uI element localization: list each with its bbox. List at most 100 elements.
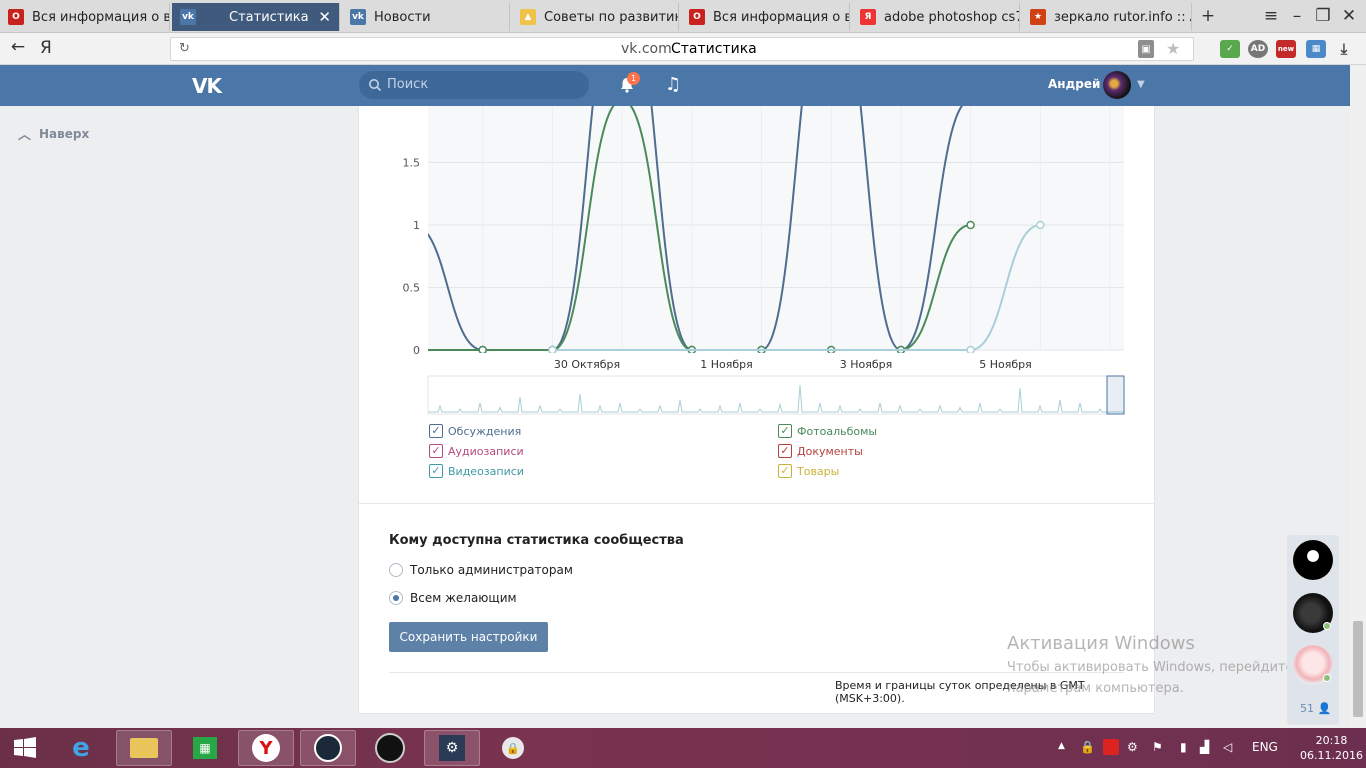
plot-area [428,106,1124,350]
browser-tab[interactable]: O Вся информация о ваш [681,3,850,31]
browser-tab-label: Вся информация о ваш [713,9,849,25]
music-icon[interactable]: ♫ [665,74,681,95]
data-point[interactable] [966,220,975,230]
radio-button[interactable] [389,563,403,577]
lock-icon[interactable]: ▣ [1138,40,1154,58]
legend-item[interactable]: ✓ Обсуждения [429,424,521,438]
y-tick-label: 1 [413,219,420,232]
windows-start-icon[interactable] [10,730,40,766]
browser-tab[interactable]: ★ зеркало rutor.info :: Ad [1022,3,1192,31]
legend-item[interactable]: ✓ Документы [778,444,863,458]
tray-opera-icon[interactable] [1103,739,1119,755]
data-point[interactable] [1036,220,1045,230]
browser-tab[interactable]: Яadobe photoshop cs7 г [852,3,1020,31]
bookmark-star-icon[interactable]: ★ [1166,39,1180,58]
tray-flag-icon[interactable]: ⚑ [1152,740,1163,754]
browser-tab[interactable]: vk Статистика ✕ [172,3,340,31]
app-icon[interactable]: ⚙ [424,730,480,766]
internet-explorer-icon[interactable]: e [58,730,104,766]
radio-everyone[interactable]: Всем желающим [389,591,517,605]
browser-tab-label: Советы по развитию [544,9,679,25]
file-explorer-icon[interactable] [116,730,172,766]
mail-new-icon[interactable]: new [1276,40,1296,58]
legend-label: Документы [797,444,863,458]
scrollbar-thumb[interactable] [1353,621,1363,717]
avatar[interactable] [1103,71,1131,99]
person-icon: 👤 [1317,702,1332,715]
tray-steam-icon[interactable]: ⚙ [1127,740,1138,754]
x-tick-label: 1 Ноября [700,358,753,371]
tray-battery-icon[interactable]: ▮ [1180,740,1187,754]
close-window-button[interactable]: ✕ [1336,5,1362,27]
tray-expand-icon[interactable]: ▲ [1058,741,1065,751]
tray-network-icon[interactable]: ▟ [1200,740,1209,754]
adblock-icon[interactable]: AD [1248,40,1268,58]
divider [359,503,1154,504]
save-settings-button[interactable]: Сохранить настройки [389,622,548,652]
page-scrollbar[interactable] [1350,65,1366,728]
clock-time: 20:18 [1315,734,1348,747]
penguin-icon: ▲ [520,9,536,25]
search-input[interactable]: Поиск [359,71,589,99]
tray-volume-icon[interactable]: ◁ [1223,740,1232,754]
legend-checkbox[interactable]: ✓ [778,464,792,478]
legend-checkbox[interactable]: ✓ [429,444,443,458]
legend-item[interactable]: ✓ Видеозаписи [429,464,524,478]
radio-admins-only[interactable]: Только администраторам [389,563,573,577]
user-name[interactable]: Андрей [1048,77,1100,91]
legend-label: Товары [797,464,840,478]
yandex-browser-icon[interactable]: Y [238,730,294,766]
friend-avatar[interactable] [1293,540,1333,580]
data-point[interactable] [966,345,975,354]
browser-tab[interactable]: ▲ Советы по развитию [512,3,679,31]
data-point[interactable] [548,345,557,354]
url-domain: vk.com [621,41,672,57]
steam-icon[interactable] [300,730,356,766]
legend-item[interactable]: ✓ Аудиозаписи [429,444,524,458]
minimize-button[interactable]: – [1284,5,1310,27]
screenshot-icon[interactable]: ▦ [1306,40,1326,58]
system-clock[interactable]: 20:18 06.11.2016 [1300,733,1363,763]
back-arrow-icon[interactable]: ← [5,36,31,58]
vk-logo[interactable]: VK [192,74,222,98]
browser-tab[interactable]: vk Новости [342,3,510,31]
chevron-down-icon[interactable]: ▼ [1137,79,1145,90]
new-tab-button[interactable]: + [1195,5,1221,27]
lock-app-icon[interactable]: 🔒 [490,730,536,766]
data-point[interactable] [478,345,487,354]
close-tab-icon[interactable]: ✕ [318,8,331,26]
legend-checkbox[interactable]: ✓ [778,444,792,458]
radio-button-selected[interactable] [389,591,403,605]
vk-icon: vk [180,9,196,25]
back-to-top-link[interactable]: ︿ Наверх [18,124,89,144]
overview-selection-handle[interactable] [1106,375,1125,415]
adguard-shield-icon[interactable]: ✓ [1220,40,1240,58]
tray-lock-icon[interactable]: 🔒 [1080,740,1095,754]
legend-checkbox[interactable]: ✓ [778,424,792,438]
yandex-logo[interactable]: Я [40,38,52,58]
download-icon[interactable]: ⤓ [1334,40,1354,58]
browser-tab-label: Вся информация о ваш [32,9,169,25]
access-section-title: Кому доступна статистика сообщества [389,533,684,548]
browser-tab-label: adobe photoshop cs7 г [884,9,1020,25]
legend-label: Фотоальбомы [797,424,878,438]
legend-item[interactable]: ✓ Фотоальбомы [778,424,877,438]
y-tick-label: 1.5 [403,157,421,170]
game-icon[interactable] [364,730,416,766]
windows-taskbar: e ▦ Y ⚙ 🔒 ▲ 🔒 ⚙ ⚑ ▮ ▟ ◁ ENG 20:18 06.11.… [0,728,1366,768]
vk-header: VK Поиск 1 ♫ Андрей ▼ [0,65,1366,106]
friends-count-value: 51 [1300,702,1314,715]
reload-icon[interactable]: ↻ [179,41,190,56]
online-indicator [1323,622,1331,630]
legend-item[interactable]: ✓ Товары [778,464,839,478]
menu-icon[interactable]: ≡ [1258,5,1284,27]
friends-count[interactable]: 51 👤 [1300,702,1331,715]
activity-chart[interactable]: 0 0.5 1 1.5 30 Октября 1 Ноября 3 Ноября 5 Нояб… [359,106,1156,436]
legend-checkbox[interactable]: ✓ [429,424,443,438]
language-indicator[interactable]: ENG [1252,740,1278,754]
url-field[interactable]: ↻ vk.com Статистика ▣ ★ [170,37,1194,61]
store-icon[interactable]: ▦ [180,730,230,766]
browser-tab[interactable]: O Вся информация о ваш [0,3,170,31]
restore-button[interactable]: ❐ [1310,5,1336,27]
legend-checkbox[interactable]: ✓ [429,464,443,478]
